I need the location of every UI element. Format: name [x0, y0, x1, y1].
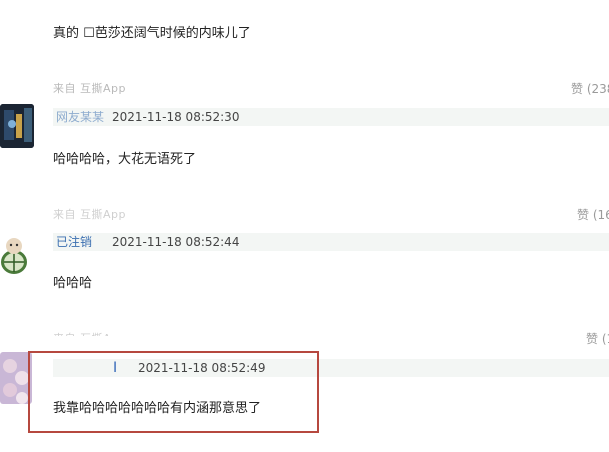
avatar[interactable]: [0, 232, 32, 278]
comment-timestamp: 2021-11-18 08:52:44: [112, 235, 240, 249]
like-button[interactable]: 赞 (238): [571, 80, 609, 97]
comment-source: 来自 互撕App: [53, 82, 126, 95]
avatar[interactable]: [0, 104, 34, 148]
highlight-box: [28, 351, 319, 433]
comment-text: 哈哈哈哈，大花无语死了: [53, 152, 197, 167]
comment-text: 真的 ☐芭莎还阔气时候的内味儿了: [53, 26, 251, 41]
comment-username[interactable]: 网友某某: [56, 108, 104, 126]
comment-username[interactable]: 已注销: [56, 233, 92, 251]
like-button[interactable]: 赞 (16: [577, 206, 609, 223]
comment-timestamp: 2021-11-18 08:52:30: [112, 110, 240, 124]
comment-source: 来自 互撕App: [53, 330, 126, 336]
comment-text: 哈哈哈: [53, 276, 93, 291]
like-button[interactable]: 赞 (1: [586, 330, 609, 347]
comment-source: 来自 互撕App: [53, 208, 126, 221]
